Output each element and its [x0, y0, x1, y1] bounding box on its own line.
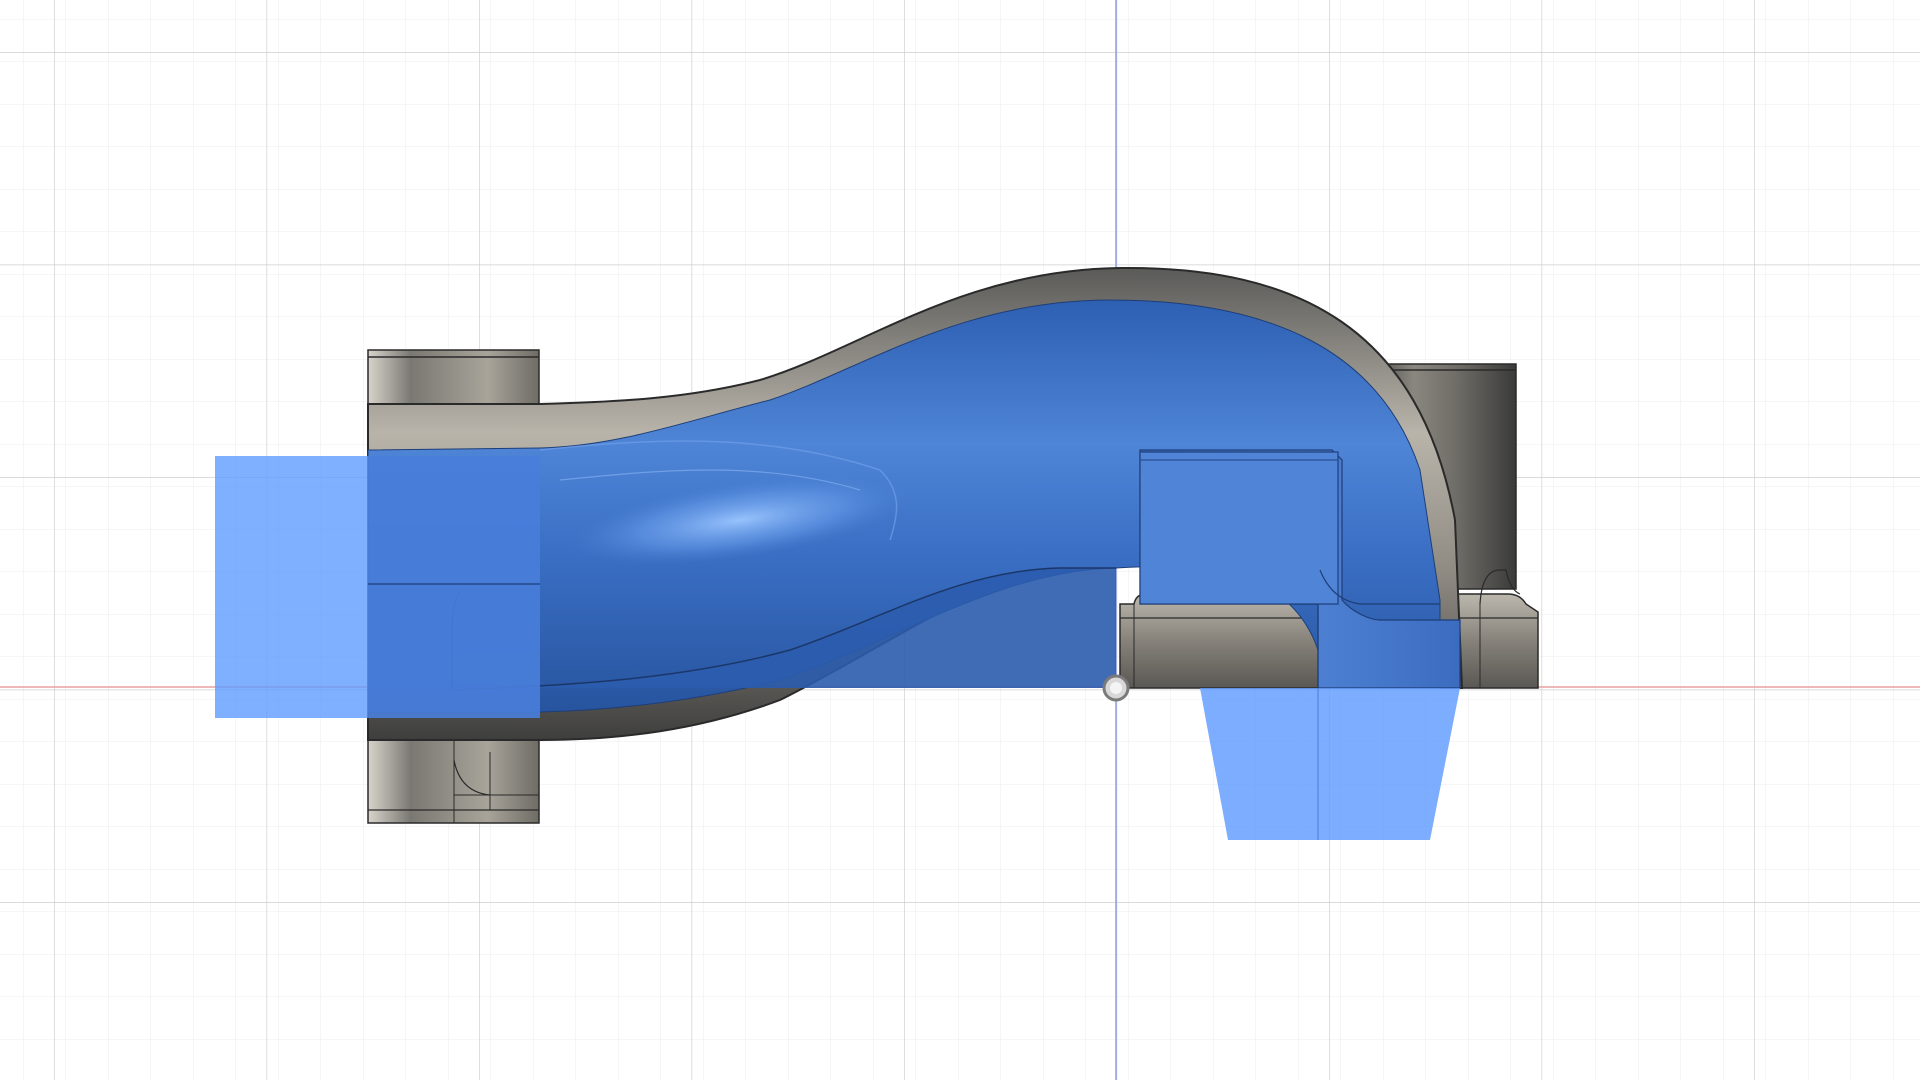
- origin-circle-icon[interactable]: [1102, 674, 1130, 702]
- cad-viewport[interactable]: [0, 0, 1920, 1080]
- inlet-selection-overlap: [368, 456, 540, 718]
- outlet-selection-extension[interactable]: [1200, 688, 1460, 840]
- viewport-canvas[interactable]: [0, 0, 1920, 1080]
